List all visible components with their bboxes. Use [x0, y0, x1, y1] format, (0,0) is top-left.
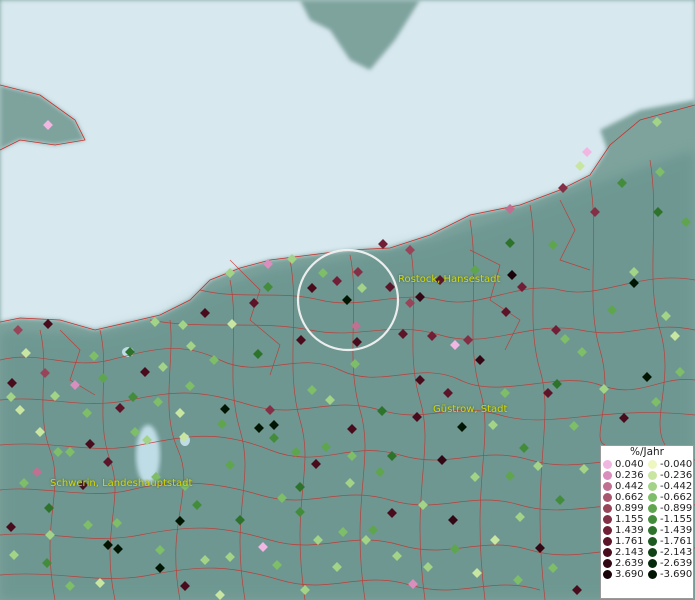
- legend-row-negative: -0.236: [648, 470, 693, 481]
- legend-value: -0.236: [660, 470, 693, 481]
- legend-swatch-icon: [648, 504, 657, 513]
- legend-value: 3.690: [615, 569, 644, 580]
- legend-value: 0.899: [615, 503, 644, 514]
- legend-value: -2.143: [660, 547, 693, 558]
- legend-swatch-icon: [648, 526, 657, 535]
- legend-swatch-icon: [648, 548, 657, 557]
- legend-value: -1.439: [660, 525, 693, 536]
- legend-value: 0.236: [615, 470, 644, 481]
- legend-negative-column: -0.040 -0.236 -0.442 -0.662 -0.899 -1.155 -1.4…: [648, 459, 693, 580]
- legend-row-negative: -1.761: [648, 536, 693, 547]
- legend-swatch-icon: [648, 515, 657, 524]
- legend-row-positive: 2.143: [603, 547, 648, 558]
- legend-value: 2.143: [615, 547, 644, 558]
- legend-swatch-icon: [648, 471, 657, 480]
- legend-value: 1.155: [615, 514, 644, 525]
- legend-swatch-icon: [648, 493, 657, 502]
- legend-row-negative: -0.442: [648, 481, 693, 492]
- legend-swatch-icon: [648, 482, 657, 491]
- legend-row-negative: -2.639: [648, 558, 693, 569]
- legend-row-positive: 0.236: [603, 470, 648, 481]
- legend-value: 0.442: [615, 481, 644, 492]
- legend-row-positive: 0.662: [603, 492, 648, 503]
- legend-value: -1.761: [660, 536, 693, 547]
- legend-row-positive: 0.899: [603, 503, 648, 514]
- legend-value: -0.040: [660, 459, 693, 470]
- legend-value: 1.439: [615, 525, 644, 536]
- legend-row-negative: -1.439: [648, 525, 693, 536]
- legend-swatch-icon: [603, 471, 612, 480]
- legend-swatch-icon: [603, 515, 612, 524]
- legend-swatch-icon: [648, 559, 657, 568]
- map-canvas[interactable]: [0, 0, 695, 600]
- legend-swatch-icon: [603, 570, 612, 579]
- legend-swatch-icon: [603, 493, 612, 502]
- legend-row-positive: 2.639: [603, 558, 648, 569]
- legend-row-negative: -3.690: [648, 569, 693, 580]
- legend-value: -1.155: [660, 514, 693, 525]
- legend-swatch-icon: [603, 482, 612, 491]
- legend-value: -0.442: [660, 481, 693, 492]
- legend-swatch-icon: [603, 460, 612, 469]
- legend-value: 2.639: [615, 558, 644, 569]
- legend-value: -3.690: [660, 569, 693, 580]
- legend-swatch-icon: [603, 537, 612, 546]
- legend-row-positive: 3.690: [603, 569, 648, 580]
- legend-row-positive: 1.155: [603, 514, 648, 525]
- legend: %/Jahr 0.040 0.236 0.442 0.662 0.899 1.155 1.4…: [600, 445, 694, 599]
- city-label-rostock: Rostock, Hansestadt: [398, 274, 501, 285]
- legend-row-positive: 0.442: [603, 481, 648, 492]
- legend-value: 1.761: [615, 536, 644, 547]
- legend-row-positive: 0.040: [603, 459, 648, 470]
- legend-positive-column: 0.040 0.236 0.442 0.662 0.899 1.155 1.439 1.761…: [603, 459, 648, 580]
- legend-row-negative: -0.662: [648, 492, 693, 503]
- legend-value: -2.639: [660, 558, 693, 569]
- legend-swatch-icon: [648, 537, 657, 546]
- legend-swatch-icon: [603, 548, 612, 557]
- legend-value: 0.662: [615, 492, 644, 503]
- legend-value: -0.899: [660, 503, 693, 514]
- legend-swatch-icon: [603, 559, 612, 568]
- legend-swatch-icon: [603, 526, 612, 535]
- city-label-schwerin: Schwerin, Landeshauptstadt: [50, 478, 193, 489]
- legend-value: -0.662: [660, 492, 693, 503]
- legend-row-positive: 1.761: [603, 536, 648, 547]
- legend-row-negative: -1.155: [648, 514, 693, 525]
- legend-row-positive: 1.439: [603, 525, 648, 536]
- legend-row-negative: -2.143: [648, 547, 693, 558]
- legend-row-negative: -0.899: [648, 503, 693, 514]
- legend-title: %/Jahr: [629, 446, 665, 458]
- legend-swatch-icon: [603, 504, 612, 513]
- legend-swatch-icon: [648, 460, 657, 469]
- city-label-guestrow: Güstrow, Stadt: [433, 404, 508, 415]
- legend-swatch-icon: [648, 570, 657, 579]
- legend-value: 0.040: [615, 459, 644, 470]
- legend-row-negative: -0.040: [648, 459, 693, 470]
